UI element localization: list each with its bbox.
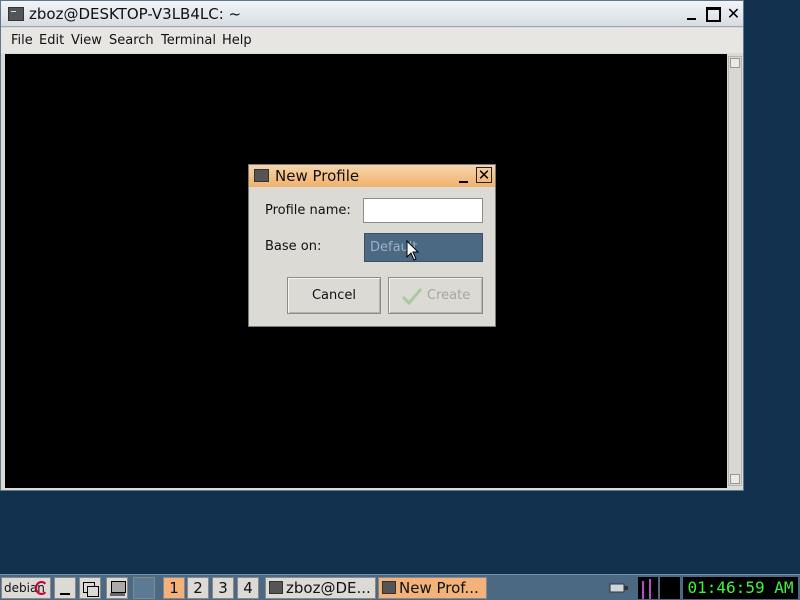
profile-name-input[interactable]: [363, 198, 483, 223]
menu-terminal[interactable]: Terminal: [161, 33, 216, 48]
menu-search[interactable]: Search: [109, 33, 154, 48]
close-button[interactable]: ✕: [726, 6, 741, 22]
terminal-icon: [254, 169, 269, 182]
debian-swirl-icon: [35, 581, 48, 595]
cpu-graph: [638, 577, 658, 599]
terminal-scrollbar[interactable]: [728, 56, 742, 486]
workspace-4[interactable]: 4: [237, 577, 259, 599]
taskbar: debian 1 2 3 4 zboz@DE... New Prof... 01…: [0, 574, 800, 600]
dialog-close-button[interactable]: ✕: [476, 167, 492, 183]
terminal-titlebar[interactable]: zboz@DESKTOP-V3LB4LC: ~ ✕: [1, 1, 743, 27]
terminal-launcher-icon[interactable]: [106, 577, 128, 599]
new-profile-dialog: New Profile ✕ Profile name: Base on: Def…: [248, 164, 496, 327]
menu-edit[interactable]: Edit: [39, 33, 64, 48]
terminal-title: zboz@DESKTOP-V3LB4LC: ~: [29, 5, 242, 23]
task-terminal[interactable]: zboz@DE...: [265, 577, 376, 599]
mouse-pointer-icon: [406, 240, 420, 261]
cancel-button[interactable]: Cancel: [287, 277, 381, 314]
memory-graph: [660, 577, 680, 599]
checkmark-icon: [401, 288, 423, 306]
clock[interactable]: 01:46:59 AM: [683, 577, 798, 599]
base-on-label: Base on:: [265, 239, 322, 254]
terminal-icon: [8, 7, 24, 21]
terminal-menubar: File Edit View Search Terminal Help: [1, 28, 743, 53]
profile-name-label: Profile name:: [265, 203, 351, 218]
scroll-up-arrow[interactable]: [730, 58, 740, 68]
dialog-titlebar[interactable]: New Profile ✕: [249, 165, 495, 187]
scroll-down-arrow[interactable]: [730, 474, 740, 484]
menu-help[interactable]: Help: [222, 33, 252, 48]
task-label: New Prof...: [399, 579, 479, 597]
workspace-2[interactable]: 2: [187, 577, 209, 599]
debian-menu-button[interactable]: debian: [1, 577, 51, 599]
dialog-title: New Profile: [275, 167, 360, 185]
terminal-icon: [382, 581, 396, 594]
create-button-label: Create: [427, 288, 471, 303]
network-tray-icon[interactable]: [608, 581, 630, 595]
workspace-1[interactable]: 1: [163, 577, 185, 599]
base-on-combobox[interactable]: Default: [364, 233, 483, 262]
create-button[interactable]: Create: [388, 277, 483, 314]
window-list-icon[interactable]: [79, 577, 101, 599]
maximize-button[interactable]: [706, 7, 721, 22]
iconify-all-button[interactable]: [54, 577, 76, 599]
taskbar-spacer: [133, 577, 155, 599]
task-new-profile[interactable]: New Prof...: [378, 577, 487, 599]
task-label: zboz@DE...: [286, 579, 371, 597]
menu-file[interactable]: File: [11, 33, 33, 48]
dialog-minimize-button[interactable]: [457, 169, 471, 183]
minimize-button[interactable]: [684, 7, 699, 22]
menu-view[interactable]: View: [71, 33, 102, 48]
workspace-3[interactable]: 3: [212, 577, 234, 599]
terminal-icon: [269, 581, 283, 594]
